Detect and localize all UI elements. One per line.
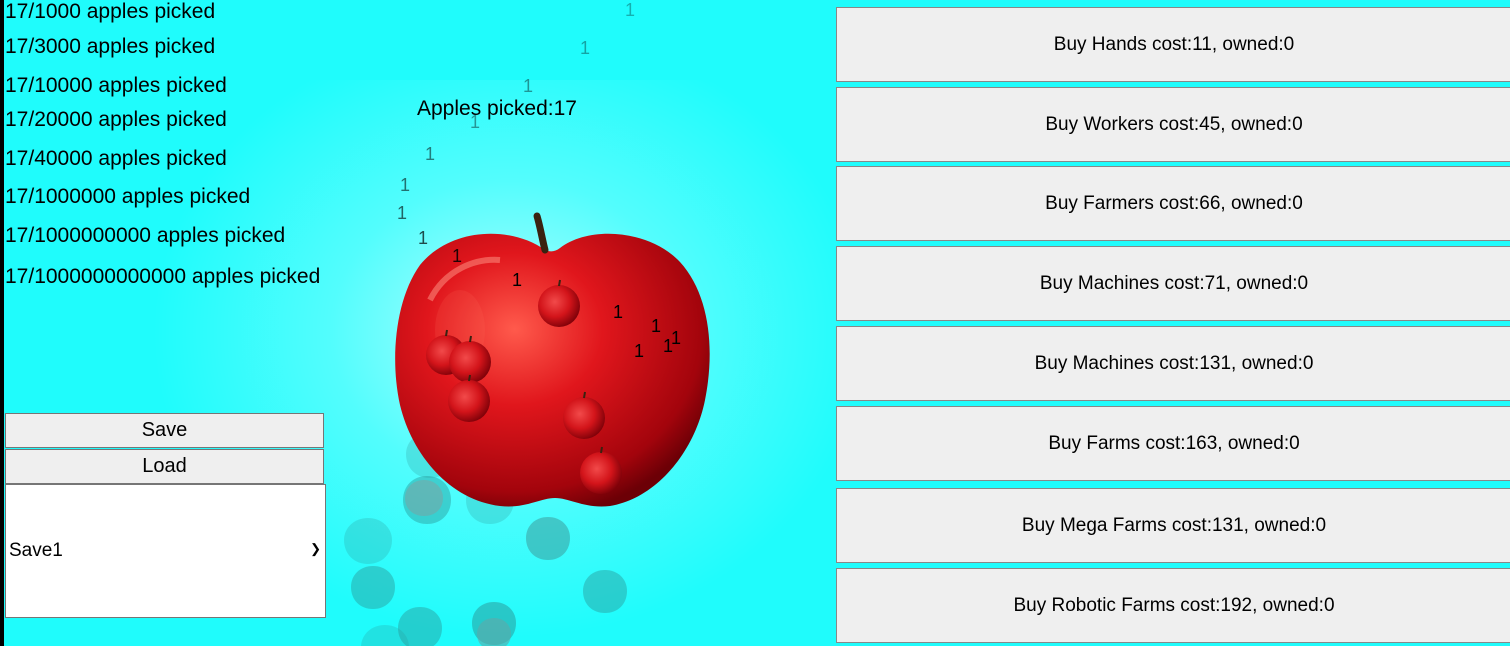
- goal-text: 17/1000000 apples picked: [5, 185, 251, 208]
- floating-plus-one: 1: [425, 144, 436, 164]
- apples-picked-counter: Apples picked:17: [417, 97, 577, 120]
- buy-mega-farms-button[interactable]: Buy Mega Farms cost:131, owned:0: [836, 488, 1510, 563]
- floating-plus-one: 1: [613, 302, 624, 322]
- buy-workers-button[interactable]: Buy Workers cost:45, owned:0: [836, 87, 1510, 162]
- buy-robotic-farms-button[interactable]: Buy Robotic Farms cost:192, owned:0: [836, 568, 1510, 643]
- floating-plus-one: 1: [452, 246, 463, 266]
- floating-plus-one: 1: [418, 228, 429, 248]
- buy-hands-button[interactable]: Buy Hands cost:11, owned:0: [836, 7, 1510, 82]
- main-apple-icon[interactable]: [390, 210, 715, 510]
- goal-text: 17/3000 apples picked: [5, 35, 216, 58]
- floating-plus-one: 1: [651, 316, 662, 336]
- goal-text: 17/1000 apples picked: [5, 0, 216, 23]
- save-button[interactable]: Save: [5, 413, 324, 448]
- save-slot-select[interactable]: Save1 ❯: [5, 484, 326, 618]
- floating-plus-one: 1: [397, 203, 408, 223]
- floating-plus-one: 1: [663, 336, 674, 356]
- buy-farmers-button[interactable]: Buy Farmers cost:66, owned:0: [836, 166, 1510, 241]
- goal-text: 17/1000000000000 apples picked: [5, 265, 321, 288]
- floating-plus-one: 1: [634, 341, 645, 361]
- load-button[interactable]: Load: [5, 449, 324, 484]
- goal-text: 17/10000 apples picked: [5, 74, 227, 97]
- goal-text: 17/40000 apples picked: [5, 147, 227, 170]
- save-slot-value: Save1: [9, 540, 63, 561]
- floating-plus-one: 1: [580, 38, 591, 58]
- floating-plus-one: 1: [523, 76, 534, 96]
- floating-plus-one: 1: [400, 175, 411, 195]
- floating-plus-one: 1: [625, 0, 636, 20]
- buy-machines-button[interactable]: Buy Machines cost:71, owned:0: [836, 246, 1510, 321]
- buy-machines-2-button[interactable]: Buy Machines cost:131, owned:0: [836, 326, 1510, 401]
- floating-plus-one: 1: [512, 270, 523, 290]
- floating-plus-one: 1: [470, 112, 481, 132]
- chevron-down-icon: ❯: [310, 541, 321, 556]
- left-edge-bar: [0, 0, 4, 646]
- buy-farms-button[interactable]: Buy Farms cost:163, owned:0: [836, 406, 1510, 481]
- goal-text: 17/1000000000 apples picked: [5, 224, 286, 247]
- goal-text: 17/20000 apples picked: [5, 108, 227, 131]
